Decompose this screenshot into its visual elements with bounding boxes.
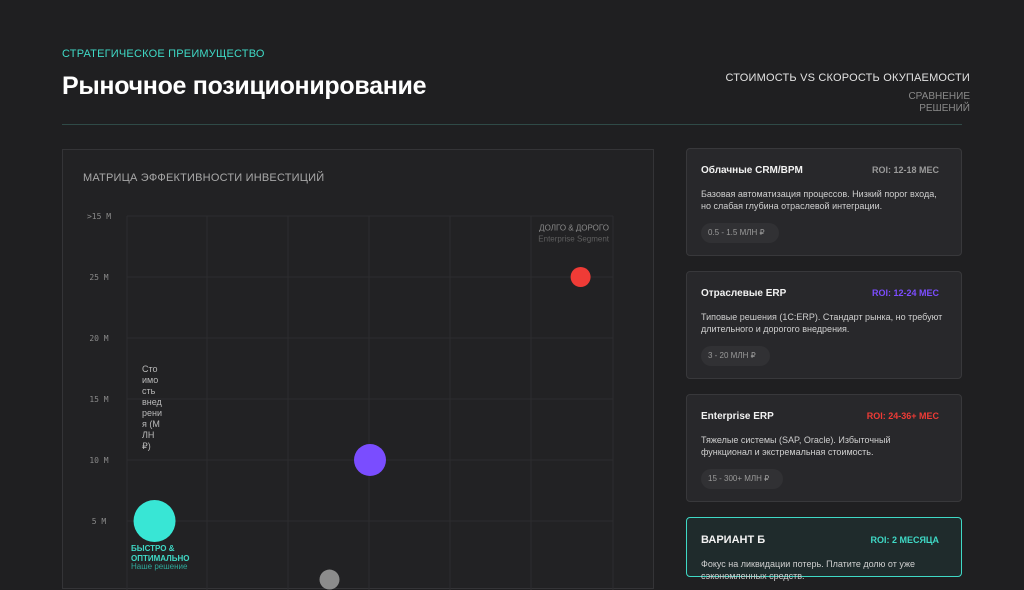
header-note: СРАВНЕНИЕ РЕШЕНИЙ [726,91,970,115]
y-tick-label: 10 М [89,456,108,465]
card-description: Фокус на ликвидации потерь. Платите долю… [701,559,915,581]
header-right: СТОИМОСТЬ VS СКОРОСТЬ ОКУПАЕМОСТИ СРАВНЕ… [726,72,970,115]
card-name: Облачные CRM/BPM [701,165,803,176]
card-description: Базовая автоматизация процессов. Низкий … [701,189,937,211]
annotation-label: ДОЛГО & ДОРОГО [539,223,609,232]
card-roi: ROI: 24-36+ МЕС [866,411,939,421]
card-name: Enterprise ERP [701,411,774,422]
y-tick-label: 5 М [92,517,107,526]
data-point [354,444,386,476]
annotation-label: БЫСТРО & [131,544,175,553]
card-description: Типовые решения (1С:ERP). Стандарт рынка… [701,312,943,334]
card-industry-erp[interactable]: Отраслевые ERP ROI: 12-24 МЕС Типовые ре… [686,271,962,379]
y-axis-label: Стоимость внедрения (МЛН ₽) [142,364,163,451]
section-eyebrow: СТРАТЕГИЧЕСКОЕ ПРЕИМУЩЕСТВО [62,48,265,60]
card-name: Отраслевые ERP [701,288,787,299]
price-badge: 0.5 - 1.5 МЛН ₽ [701,223,779,243]
header-subtitle: СТОИМОСТЬ VS СКОРОСТЬ ОКУПАЕМОСТИ [725,72,970,84]
card-enterprise-erp[interactable]: Enterprise ERP ROI: 24-36+ МЕС Тяжелые с… [686,394,962,502]
data-point [570,267,591,287]
card-roi: ROI: 2 МЕСЯЦА [870,535,939,545]
page-title: Рыночное позиционирование [62,72,427,100]
card-option-b[interactable]: ВАРИАНТ Б ROI: 2 МЕСЯЦА Фокус на ликвида… [686,517,962,581]
y-tick-label: 15 М [89,395,108,404]
data-point [133,500,176,542]
header-note-line1: СРАВНЕНИЕ [908,91,970,102]
data-point [319,569,340,590]
price-badge: 15 - 300+ МЛН ₽ [701,469,784,489]
y-tick-label: 25 М [89,273,108,282]
card-cloud-crm[interactable]: Облачные CRM/BPM ROI: 12-18 МЕС Базовая … [686,148,962,256]
card-roi: ROI: 12-18 МЕС [871,165,939,175]
chart-panel: МАТРИЦА ЭФФЕКТИВНОСТИ ИНВЕСТИЦИЙ 5 М 10 М… [62,149,654,590]
annotation-sublabel: Enterprise Segment [538,234,609,243]
header-note-line2: РЕШЕНИЙ [919,103,970,114]
card-name: ВАРИАНТ Б [701,534,766,546]
y-tick-label: >15 М [87,212,111,221]
card-roi: ROI: 12-24 МЕС [871,288,939,298]
y-tick-label: 20 М [89,334,108,343]
annotation-sublabel: Наше решение [131,562,188,571]
card-description: Тяжелые системы (SAP, Oracle). Избыточны… [701,435,891,457]
header-divider [62,124,962,125]
price-badge: 3 - 20 МЛН ₽ [701,346,770,366]
